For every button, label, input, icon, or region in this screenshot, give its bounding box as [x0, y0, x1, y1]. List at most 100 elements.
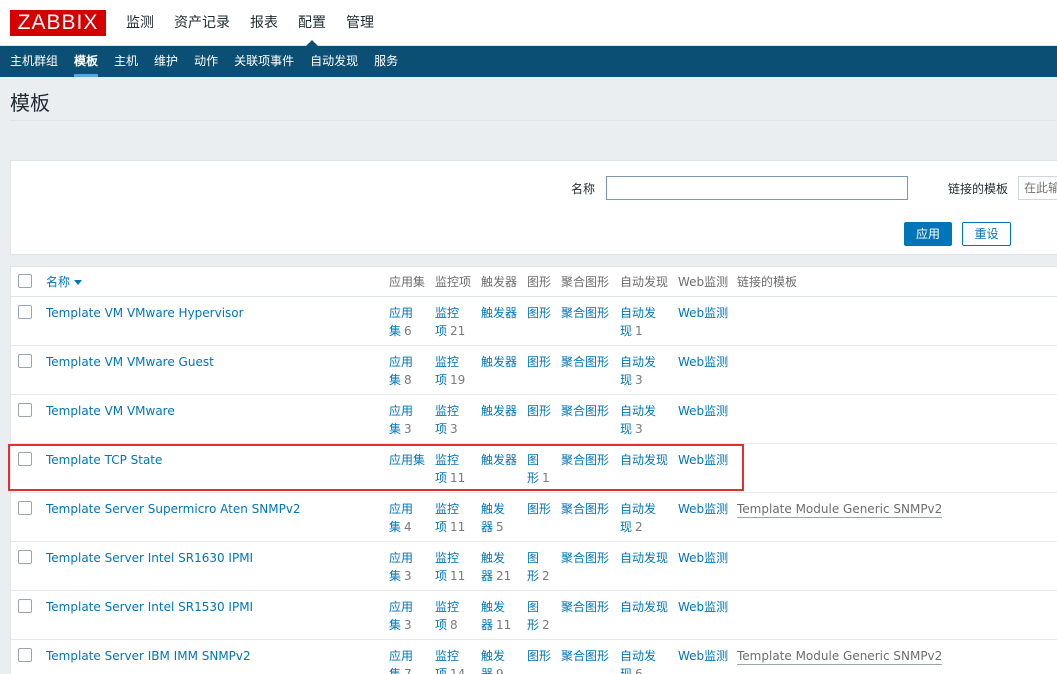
template-name-link[interactable]: Template Server Intel SR1530 IPMI: [46, 598, 253, 616]
apply-button[interactable]: 应用: [904, 222, 952, 246]
discovery-link[interactable]: 自动发现 1: [620, 304, 656, 340]
row-checkbox[interactable]: [18, 403, 32, 417]
header-web: Web监测: [678, 275, 729, 289]
sub-nav-item[interactable]: 模板: [66, 46, 106, 77]
sub-nav-item[interactable]: 维护: [146, 46, 186, 77]
web-link[interactable]: Web监测: [678, 647, 728, 665]
web-link[interactable]: Web监测: [678, 353, 728, 371]
zabbix-logo[interactable]: ZABBIX: [10, 10, 106, 36]
row-checkbox[interactable]: [18, 599, 32, 613]
applications-link[interactable]: 应用集 6: [389, 304, 413, 340]
triggers-link[interactable]: 触发器: [481, 353, 517, 389]
discovery-link[interactable]: 自动发现 2: [620, 500, 656, 536]
template-name-link[interactable]: Template Server Intel SR1630 IPMI: [46, 549, 253, 567]
template-name-link[interactable]: Template Server IBM IMM SNMPv2: [46, 647, 251, 665]
screens-link[interactable]: 聚合图形: [561, 304, 609, 322]
row-checkbox[interactable]: [18, 305, 32, 319]
reset-button[interactable]: 重设: [962, 222, 1011, 246]
applications-link[interactable]: 应用集 3: [389, 402, 413, 438]
discovery-link-label: 自动发: [620, 306, 657, 320]
screens-link[interactable]: 聚合图形: [561, 549, 609, 567]
applications-link[interactable]: 应用集 3: [389, 598, 413, 634]
sub-nav-item[interactable]: 主机: [106, 46, 146, 77]
select-all-checkbox[interactable]: [18, 274, 32, 288]
graphs-link[interactable]: 图形: [527, 353, 551, 389]
graphs-link[interactable]: 图形: [527, 500, 551, 536]
row-checkbox[interactable]: [18, 550, 32, 564]
web-link[interactable]: Web监测: [678, 402, 728, 420]
items-link-label: 监控: [435, 551, 460, 565]
graphs-link[interactable]: 图形2: [527, 549, 550, 585]
triggers-link[interactable]: 触发器: [481, 304, 517, 340]
main-menu-item[interactable]: 报表: [240, 0, 288, 46]
screens-link[interactable]: 聚合图形: [561, 500, 609, 518]
triggers-link[interactable]: 触发器 21: [481, 549, 511, 585]
discovery-link[interactable]: 自动发现 6: [620, 647, 656, 674]
sub-nav-item[interactable]: 动作: [186, 46, 226, 77]
items-link[interactable]: 监控项 3: [435, 402, 459, 438]
items-link[interactable]: 监控项 21: [435, 304, 465, 340]
discovery-link[interactable]: 自动发现 3: [620, 353, 656, 389]
applications-link-count: 6: [404, 324, 412, 338]
applications-link[interactable]: 应用集 4: [389, 500, 413, 536]
items-link[interactable]: 监控项 11: [435, 549, 465, 585]
web-link[interactable]: Web监测: [678, 598, 728, 616]
discovery-link[interactable]: 自动发现: [620, 549, 668, 585]
template-name-link[interactable]: Template VM VMware: [46, 402, 175, 420]
applications-link-label: 应用: [389, 502, 414, 516]
web-link[interactable]: Web监测: [678, 500, 728, 518]
applications-link[interactable]: 应用集 8: [389, 353, 413, 389]
graphs-link[interactable]: 图形: [527, 647, 551, 674]
header-name[interactable]: 名称: [46, 273, 82, 291]
page-title: 模板: [10, 91, 50, 115]
main-menu-item[interactable]: 配置: [288, 0, 336, 47]
items-link-count: 19: [450, 373, 466, 387]
template-name-link[interactable]: Template VM VMware Guest: [46, 353, 214, 371]
triggers-link-label-cont: 器: [481, 618, 494, 632]
items-link[interactable]: 监控项 19: [435, 353, 465, 389]
triggers-link[interactable]: 触发器: [481, 402, 517, 438]
discovery-link[interactable]: 自动发现 3: [620, 402, 656, 438]
screens-link[interactable]: 聚合图形: [561, 402, 609, 420]
items-link[interactable]: 监控项 14: [435, 647, 465, 674]
main-menu-item[interactable]: 资产记录: [164, 0, 240, 46]
items-link-label: 监控: [435, 404, 460, 418]
main-menu-item[interactable]: 管理: [336, 0, 384, 46]
sub-navigation: 主机群组 模板 主机 维护 动作 关联项事件 自动发现 服务: [0, 46, 1057, 77]
name-filter-input[interactable]: [606, 176, 908, 200]
main-menu-item[interactable]: 监测: [116, 0, 164, 46]
graphs-link[interactable]: 图形2: [527, 598, 550, 634]
discovery-link[interactable]: 自动发现: [620, 598, 668, 634]
triggers-link[interactable]: 触发器 5: [481, 500, 505, 536]
applications-link[interactable]: 应用集 3: [389, 549, 413, 585]
row-checkbox[interactable]: [18, 354, 32, 368]
table-row: Template Server IBM IMM SNMPv2 应用集 7 监控项 14 触…: [11, 640, 1057, 674]
row-checkbox[interactable]: [18, 501, 32, 515]
web-link[interactable]: Web监测: [678, 304, 728, 322]
row-checkbox[interactable]: [18, 648, 32, 662]
screens-link[interactable]: 聚合图形: [561, 598, 609, 616]
applications-link[interactable]: 应用集 7: [389, 647, 413, 674]
graphs-link[interactable]: 图形: [527, 402, 551, 438]
web-link[interactable]: Web监测: [678, 549, 728, 567]
linked-template-link[interactable]: Template Module Generic SNMPv2: [737, 502, 943, 518]
items-link[interactable]: 监控项 11: [435, 500, 465, 536]
applications-link-label-cont: 集: [389, 373, 402, 387]
items-link[interactable]: 监控项 8: [435, 598, 459, 634]
screens-link[interactable]: 聚合图形: [561, 647, 609, 665]
linked-template-link[interactable]: Template Module Generic SNMPv2: [737, 649, 943, 665]
applications-link-label-cont: 集: [389, 520, 402, 534]
template-name-link[interactable]: Template VM VMware Hypervisor: [46, 304, 244, 322]
triggers-link[interactable]: 触发器 11: [481, 598, 511, 634]
graphs-link[interactable]: 图形: [527, 304, 551, 340]
sub-nav-item[interactable]: 主机群组: [2, 46, 66, 77]
triggers-link[interactable]: 触发器 9: [481, 647, 505, 674]
template-name-link[interactable]: Template Server Supermicro Aten SNMPv2: [46, 500, 301, 518]
sub-nav-item[interactable]: 关联项事件: [226, 46, 302, 77]
sub-nav-item[interactable]: 自动发现: [302, 46, 366, 77]
items-link-label-cont: 项: [435, 618, 448, 632]
linked-templates-input[interactable]: [1018, 176, 1057, 200]
sub-nav-item[interactable]: 服务: [366, 46, 406, 77]
applications-link-label-cont: 集: [389, 569, 402, 583]
screens-link[interactable]: 聚合图形: [561, 353, 609, 371]
